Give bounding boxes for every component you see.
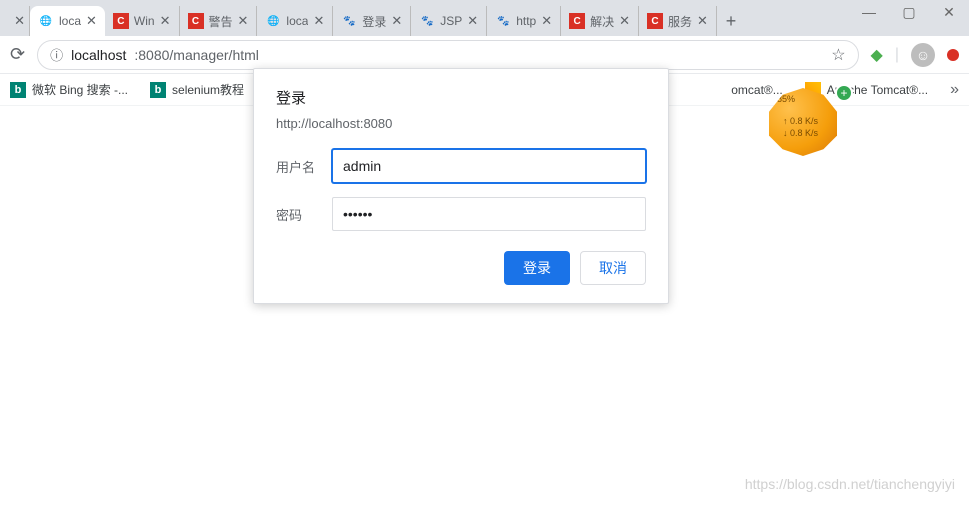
bookmarks-overflow-icon[interactable]: » [950,81,959,99]
close-icon[interactable]: ✕ [619,13,630,29]
close-icon[interactable]: ✕ [238,13,249,29]
extension-icon[interactable]: ◆ [871,45,883,65]
tab-strip: ✕ 🌐 loca ✕ C Win ✕ C 警告 ✕ 🌐 loca ✕ 🐾 登录 … [0,0,969,36]
tab-3[interactable]: C 警告 ✕ [180,6,258,36]
red-c-icon: C [188,13,204,29]
widget-up: ↑ 0.8 K/s [783,116,818,126]
url-host: localhost [71,47,126,63]
red-c-icon: C [647,13,663,29]
window-controls: — ▢ ✕ [859,4,959,21]
paw-icon: 🐾 [341,13,357,29]
bookmark-selenium[interactable]: b selenium教程 [150,81,244,98]
profile-avatar[interactable]: ☺ [911,43,935,67]
close-icon[interactable]: ✕ [313,13,324,29]
tab-label: 登录 [362,13,386,30]
red-c-icon: C [569,13,585,29]
password-input[interactable] [332,197,646,231]
reload-button[interactable]: ⟳ [10,44,25,65]
tab-label: 解决 [590,13,614,30]
site-info-icon[interactable]: ⓘ [50,45,63,64]
dialog-title: 登录 [276,87,646,108]
bookmark-bing[interactable]: b 微软 Bing 搜索 -... [10,81,128,98]
bookmark-label: selenium教程 [172,81,244,98]
close-icon[interactable]: ✕ [467,13,478,29]
password-label: 密码 [276,205,322,224]
close-icon[interactable]: ✕ [391,13,402,29]
close-icon[interactable]: ✕ [14,13,25,29]
tab-label: Win [134,14,155,28]
tab-9[interactable]: C 服务 ✕ [639,6,717,36]
widget-down: ↓ 0.8 K/s [783,128,818,138]
login-button[interactable]: 登录 [504,251,570,285]
red-c-icon: C [113,13,129,29]
tab-7[interactable]: 🐾 http ✕ [487,6,561,36]
tab-label: loca [59,14,81,28]
minimize-button[interactable]: — [859,4,879,21]
globe-icon: 🌐 [265,13,281,29]
new-tab-button[interactable]: + [717,11,745,32]
bing-icon: b [10,82,26,98]
tab-label: JSP [440,14,462,28]
close-icon[interactable]: ✕ [697,13,708,29]
network-monitor-widget[interactable]: 85% ↑ 0.8 K/s ↓ 0.8 K/s + [769,88,849,168]
divider: | [895,46,899,64]
http-auth-dialog: 登录 http://localhost:8080 用户名 密码 登录 取消 [253,68,669,304]
tab-label: http [516,14,536,28]
alert-icon[interactable] [947,49,959,61]
tab-6[interactable]: 🐾 JSP ✕ [411,6,487,36]
paw-icon: 🐾 [495,13,511,29]
paw-icon: 🐾 [419,13,435,29]
tab-4[interactable]: 🌐 loca ✕ [257,6,333,36]
address-bar[interactable]: ⓘ localhost :8080/manager/html ☆ [37,40,858,70]
tab-label: loca [286,14,308,28]
widget-percent: 85% [777,94,795,104]
tab-0[interactable]: ✕ [0,6,30,36]
tab-8[interactable]: C 解决 ✕ [561,6,639,36]
window-close-button[interactable]: ✕ [939,4,959,21]
bing-icon: b [150,82,166,98]
watermark: https://blog.csdn.net/tianchengyiyi [745,476,955,492]
globe-icon: 🌐 [38,13,54,29]
username-input[interactable] [332,149,646,183]
plus-icon[interactable]: + [835,84,853,102]
tab-label: 警告 [209,13,233,30]
umbrella-icon: 85% ↑ 0.8 K/s ↓ 0.8 K/s [769,88,837,156]
dialog-origin: http://localhost:8080 [276,116,646,131]
username-label: 用户名 [276,157,322,176]
bookmark-star-icon[interactable]: ☆ [831,45,845,65]
close-icon[interactable]: ✕ [86,13,97,29]
url-path: :8080/manager/html [134,47,259,63]
tab-5[interactable]: 🐾 登录 ✕ [333,6,411,36]
maximize-button[interactable]: ▢ [899,4,919,21]
tab-label: 服务 [668,13,692,30]
close-icon[interactable]: ✕ [160,13,171,29]
bookmark-label: 微软 Bing 搜索 -... [32,81,128,98]
tab-1[interactable]: 🌐 loca ✕ [30,6,105,36]
close-icon[interactable]: ✕ [541,13,552,29]
cancel-button[interactable]: 取消 [580,251,646,285]
tab-2[interactable]: C Win ✕ [105,6,180,36]
